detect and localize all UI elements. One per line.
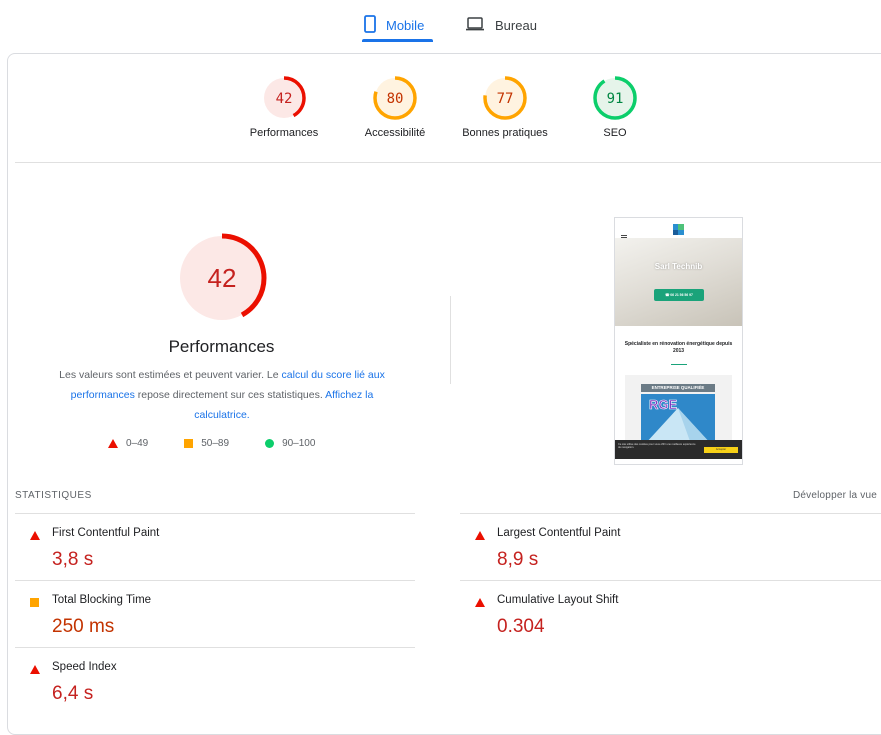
performance-score-large: 42 (208, 263, 237, 293)
gauge-ring-large: 42 (177, 233, 267, 323)
gauge-score: 80 (387, 91, 404, 107)
divider (15, 162, 881, 163)
performance-description: Les valeurs sont estimées et peuvent var… (48, 365, 396, 425)
gauge-ring: 80 (373, 76, 417, 120)
preview-rge-banner: ENTREPRISE QUALIFIÉE (641, 384, 715, 392)
laptop-icon (465, 16, 485, 34)
gauge-ring: 77 (483, 76, 527, 120)
rge-logo-icon: RGE (641, 394, 715, 444)
score-legend: 0–49 50–89 90–100 (108, 438, 351, 449)
preview-subtitle: Spécialiste en rénovation énergétique de… (624, 341, 733, 354)
gauge-label: Bonnes pratiques (462, 127, 548, 139)
performance-gauge-large: 42 (176, 232, 268, 324)
tab-mobile-label: Mobile (386, 17, 425, 33)
triangle-icon (108, 439, 118, 448)
gauge-score: 42 (276, 91, 293, 107)
metric-value: 0.304 (497, 616, 545, 637)
preview-divider (671, 364, 687, 365)
circle-icon (265, 439, 275, 448)
preview-hero-title: Sarl Technib (654, 262, 703, 271)
preview-hero: Sarl Technib ☎ 06 21 56 56 97 (615, 238, 742, 326)
metric-tbt: Total Blocking Time 250 ms (15, 580, 415, 647)
metric-value: 250 ms (52, 616, 115, 637)
gauge-seo[interactable]: 91 SEO (560, 75, 670, 139)
average-square-icon (30, 598, 39, 607)
desc-text-2: repose directement sur ces statistiques. (134, 389, 326, 401)
gauge-score: 77 (497, 91, 514, 107)
gauge-label: Performances (249, 127, 319, 139)
preview-cookie-banner: Ce site utilise des cookies pour vous of… (615, 440, 742, 459)
metric-fcp: First Contentful Paint 3,8 s (15, 513, 415, 580)
device-tabs: Mobile Bureau (0, 0, 881, 44)
square-icon (184, 439, 194, 448)
gauge-performances[interactable]: 42 Performances (229, 75, 339, 139)
preview-cookie-text: Ce site utilise des cookies pour vous of… (618, 443, 696, 450)
fail-triangle-icon (30, 531, 40, 540)
tab-desktop-label: Bureau (495, 17, 537, 33)
gauge-ring: 91 (593, 76, 637, 120)
fail-triangle-icon (30, 665, 40, 674)
active-tab-indicator (362, 39, 433, 42)
legend-pass: 90–100 (265, 438, 315, 449)
preview-phone-button: ☎ 06 21 56 56 97 (654, 289, 704, 301)
legend-fail: 0–49 (108, 438, 148, 449)
fail-triangle-icon (475, 598, 485, 607)
desc-text-1: Les valeurs sont estimées et peuvent var… (59, 369, 282, 381)
legend-fail-range: 0–49 (126, 438, 149, 449)
metric-lcp: Largest Contentful Paint 8,9 s (460, 513, 881, 580)
stats-title: STATISTIQUES (15, 490, 92, 501)
vertical-divider (450, 296, 451, 384)
gauge-bonnes-pratiques[interactable]: 77 Bonnes pratiques (450, 75, 560, 139)
category-gauges: 42 Performances 80 Accessibilité 77 Bonn… (0, 75, 881, 155)
metric-label: Speed Index (52, 661, 117, 673)
metric-label: Total Blocking Time (52, 594, 152, 606)
gauge-ring: 42 (262, 76, 306, 120)
gauge-accessibilite[interactable]: 80 Accessibilité (340, 75, 450, 139)
metric-label: First Contentful Paint (52, 527, 160, 539)
metric-value: 6,4 s (52, 683, 94, 704)
legend-average-range: 50–89 (201, 438, 230, 449)
metric-label: Cumulative Layout Shift (497, 594, 619, 606)
metric-label: Largest Contentful Paint (497, 527, 621, 539)
tab-mobile[interactable]: Mobile (364, 10, 424, 40)
performance-title: Performances (168, 337, 275, 356)
gauge-label: Accessibilité (364, 127, 426, 139)
expand-view-button[interactable]: Développer la vue (793, 490, 877, 501)
legend-pass-range: 90–100 (282, 438, 316, 449)
legend-average: 50–89 (184, 438, 229, 449)
preview-cookie-button: Accepter (704, 447, 738, 453)
page-screenshot-preview[interactable]: Sarl Technib ☎ 06 21 56 56 97 Spécialist… (614, 217, 743, 465)
metric-value: 3,8 s (52, 549, 94, 570)
svg-text:RGE: RGE (649, 397, 678, 412)
preview-header (615, 218, 742, 240)
smartphone-icon (364, 14, 376, 36)
metric-speed-index: Speed Index 6,4 s (15, 647, 415, 714)
gauge-score: 91 (607, 91, 624, 107)
fail-triangle-icon (475, 531, 485, 540)
metric-cls: Cumulative Layout Shift 0.304 (460, 580, 881, 647)
gauge-label: SEO (603, 127, 627, 139)
metric-value: 8,9 s (497, 549, 539, 570)
tab-desktop[interactable]: Bureau (465, 10, 537, 40)
